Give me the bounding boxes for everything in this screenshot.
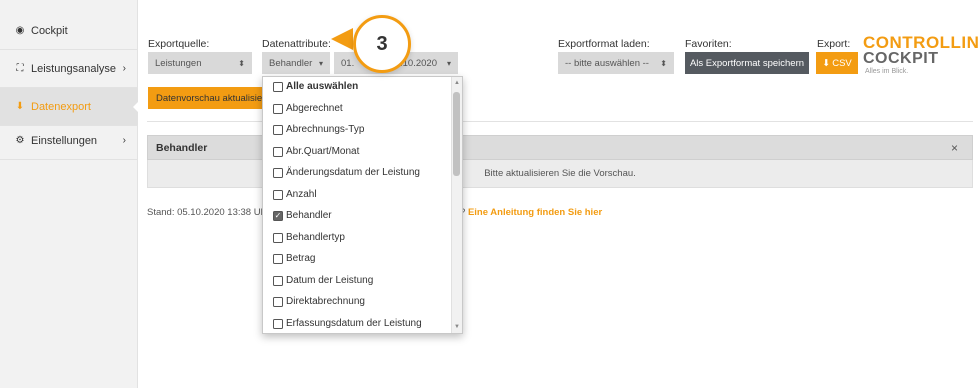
chevron-right-icon: › (122, 135, 126, 146)
callout-pointer (331, 28, 353, 50)
option-abr-quart-monat[interactable]: Abr.Quart/Monat (273, 146, 359, 157)
sidebar-item-cockpit[interactable]: ◉ Cockpit (0, 12, 138, 50)
option-label: Betrag (286, 253, 316, 264)
option-label: Abgerechnet (286, 103, 343, 114)
sidebar-item-label: Datenexport (31, 100, 91, 113)
export-source-label: Exportquelle: (148, 38, 210, 50)
sidebar-item-datenexport[interactable]: ⬇ Datenexport (0, 88, 139, 126)
sidebar-item-label: Cockpit (31, 24, 68, 37)
data-attributes-value: Behandler (269, 57, 313, 69)
step-callout: 3 (353, 15, 411, 73)
logo-line2: COCKPIT (863, 50, 939, 67)
caret-down-icon: ▾ (318, 58, 323, 68)
checkbox[interactable] (273, 146, 283, 157)
option-direktabrechnung[interactable]: Direktabrechnung (273, 296, 365, 307)
status-timestamp: Stand: 05.10.2020 13:38 Uh (147, 207, 266, 218)
chart-line-icon: ⛶ (16, 63, 24, 74)
checkbox[interactable] (273, 103, 283, 114)
option-label: Behandler (286, 210, 332, 221)
option-label: Direktabrechnung (286, 296, 365, 307)
data-attributes-dropdown: Alle auswählen Abgerechnet Abrechnungs-T… (262, 76, 463, 334)
option-behandlertyp[interactable]: Behandlertyp (273, 232, 345, 243)
download-icon: ⬇ (822, 57, 831, 69)
scrollbar-thumb[interactable] (453, 92, 460, 176)
option-label: Abr.Quart/Monat (286, 146, 360, 157)
data-attributes-label: Datenattribute: (262, 38, 331, 50)
export-source-value: Leistungen (155, 57, 202, 69)
cogs-icon: ⚙ (15, 135, 25, 146)
checkbox[interactable] (273, 318, 283, 329)
option-behandler[interactable]: ✓ Behandler (273, 210, 332, 221)
step-number: 3 (376, 32, 388, 55)
checkbox[interactable] (273, 167, 283, 178)
checkbox[interactable] (273, 275, 283, 286)
caret-down-icon: ▾ (446, 58, 451, 68)
checkbox[interactable] (273, 81, 283, 92)
preview-refresh-button[interactable]: Datenvorschau aktualisieren (148, 87, 278, 109)
help-link[interactable]: Eine Anleitung finden Sie hier (468, 207, 602, 218)
checkbox[interactable] (273, 253, 283, 264)
data-attributes-select[interactable]: Behandler ▾ (262, 52, 330, 74)
option-anzahl[interactable]: Anzahl (273, 189, 317, 200)
option-erfassungsdatum[interactable]: Erfassungsdatum der Leistung (273, 318, 422, 329)
dashboard-icon: ◉ (15, 25, 25, 36)
export-source-select[interactable]: Leistungen ⬍ (148, 52, 252, 74)
date-value-left: 01. (341, 57, 355, 69)
load-format-select[interactable]: -- bitte auswählen -- ⬍ (558, 52, 674, 74)
sidebar: ◉ Cockpit ⛶ Leistungsanalyse › ⬇ Datenex… (0, 0, 139, 388)
sidebar-item-label: Einstellungen (31, 134, 98, 147)
panel-title: Behandler (156, 141, 208, 154)
option-abrechnungs-typ[interactable]: Abrechnungs-Typ (273, 124, 364, 135)
option-label: Alle auswählen (286, 81, 359, 92)
option-label: Änderungsdatum der Leistung (286, 167, 420, 178)
chevron-right-icon: › (122, 63, 126, 74)
load-format-label: Exportformat laden: (558, 38, 650, 50)
export-label: Export: (817, 38, 851, 50)
download-icon: ⬇ (15, 101, 25, 112)
sidebar-item-leistungsanalyse[interactable]: ⛶ Leistungsanalyse › (0, 50, 138, 88)
option-label: Datum der Leistung (286, 275, 374, 286)
checkbox[interactable] (273, 296, 283, 307)
favorites-label: Favoriten: (685, 38, 732, 50)
sort-arrows-icon: ⬍ (238, 58, 245, 68)
checkbox-checked[interactable]: ✓ (273, 210, 283, 221)
option-label: Anzahl (286, 189, 317, 200)
sidebar-item-label: Leistungsanalyse (31, 62, 117, 75)
save-format-button[interactable]: Als Exportformat speichern (685, 52, 809, 74)
option-datum-der-leistung[interactable]: Datum der Leistung (273, 275, 373, 286)
checkbox[interactable] (273, 232, 283, 243)
csv-label: CSV (832, 57, 852, 69)
option-select-all[interactable]: Alle auswählen (273, 81, 358, 92)
option-abgerechnet[interactable]: Abgerechnet (273, 103, 343, 114)
scroll-up-icon[interactable]: ▲ (454, 80, 460, 86)
help-text: ? Eine Anleitung finden Sie hier (460, 207, 602, 218)
scrollbar[interactable]: ▲ ▼ (451, 77, 462, 333)
option-label: Erfassungsdatum der Leistung (286, 318, 422, 329)
close-icon[interactable]: × (951, 141, 958, 155)
option-aenderungsdatum[interactable]: Änderungsdatum der Leistung (273, 167, 420, 178)
sidebar-item-einstellungen[interactable]: ⚙ Einstellungen › (0, 122, 138, 160)
scroll-down-icon[interactable]: ▼ (454, 324, 460, 330)
sort-arrows-icon: ⬍ (660, 58, 667, 68)
logo-tagline: Alles im Blick. (865, 68, 909, 75)
preview-message: Bitte aktualisieren Sie die Vorschau. (484, 168, 636, 179)
checkbox[interactable] (273, 189, 283, 200)
option-label: Abrechnungs-Typ (286, 124, 365, 135)
checkbox[interactable] (273, 124, 283, 135)
csv-export-button[interactable]: ⬇ CSV (816, 52, 858, 74)
option-label: Behandlertyp (286, 232, 345, 243)
load-format-value: -- bitte auswählen -- (565, 57, 649, 69)
option-betrag[interactable]: Betrag (273, 253, 315, 264)
